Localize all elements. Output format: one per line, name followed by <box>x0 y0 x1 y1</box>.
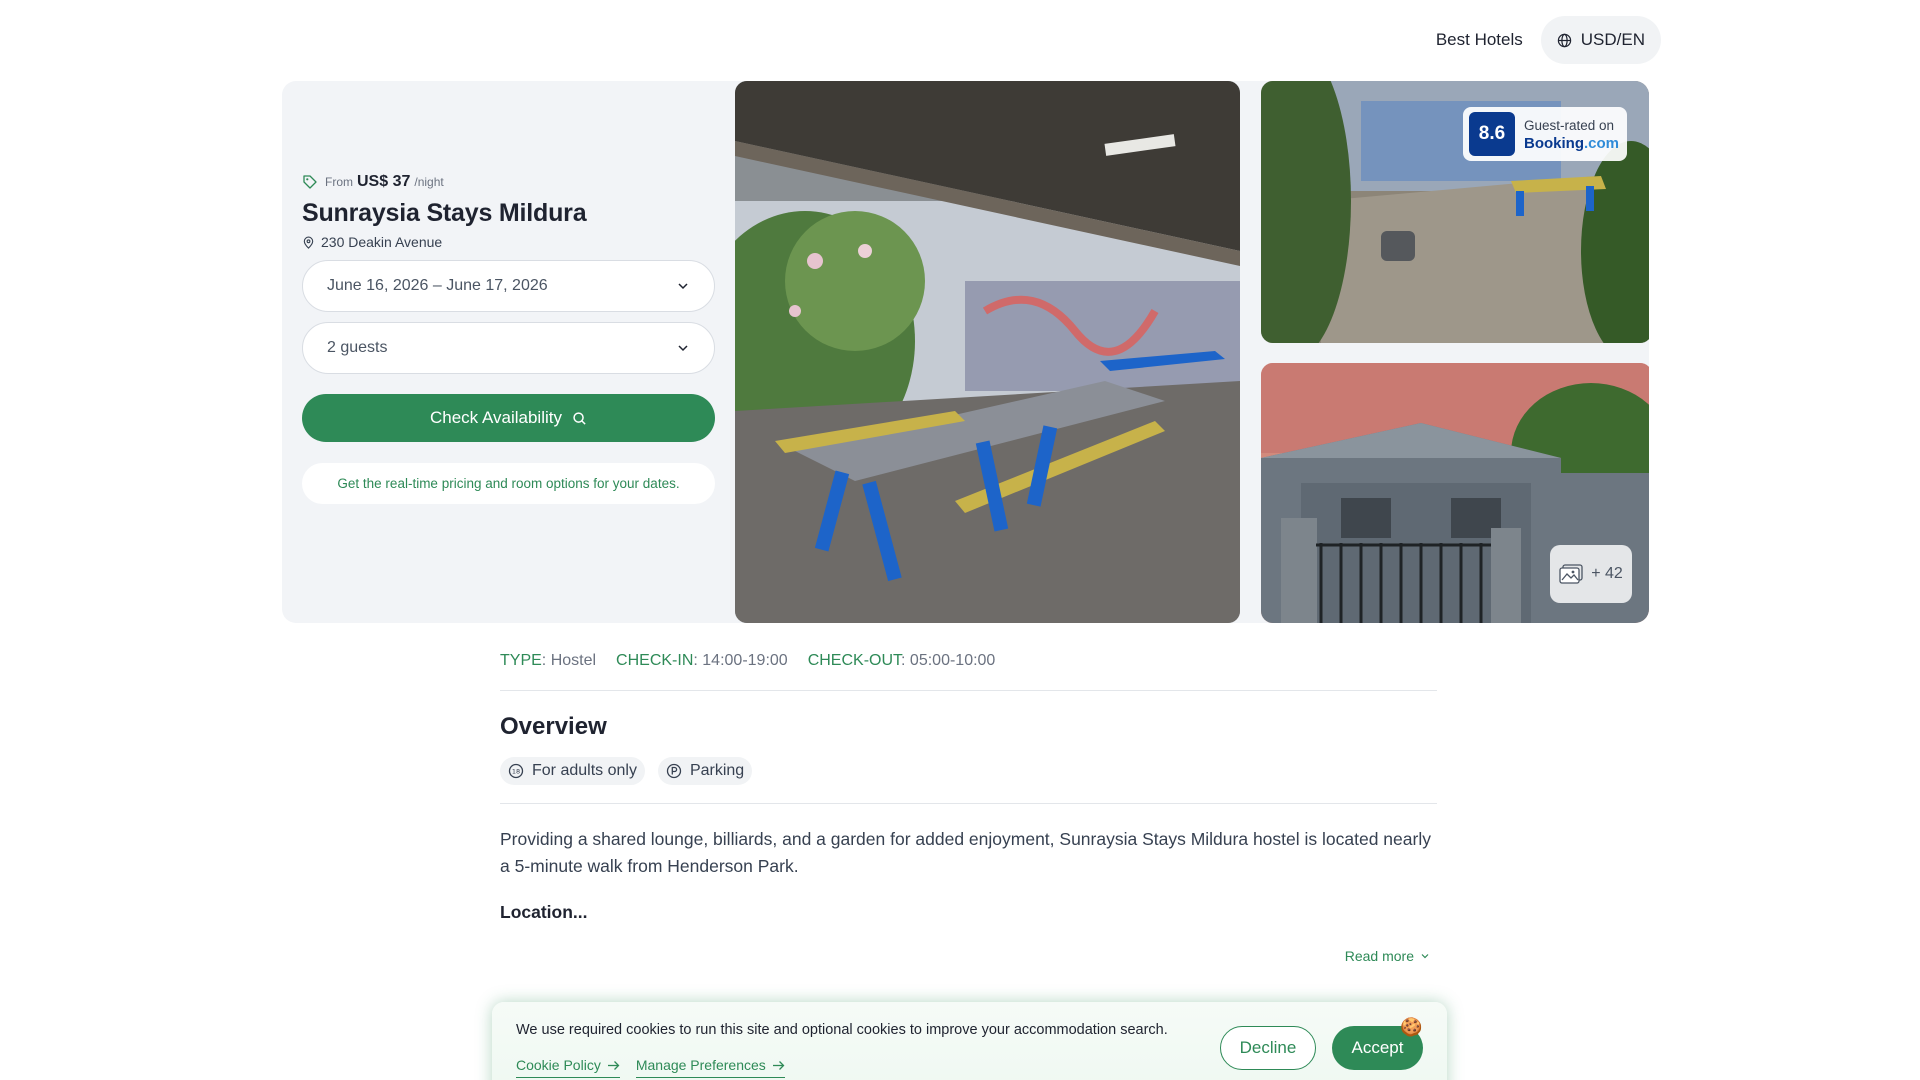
parking-icon <box>666 763 682 779</box>
amenity-chips: 18 For adults only Parking <box>500 757 1437 804</box>
rating-source-name: Booking <box>1524 134 1584 152</box>
picnic-area-image <box>735 81 1240 623</box>
guests-value: 2 guests <box>327 339 388 356</box>
property-info: TYPE: Hostel CHECK-IN: 14:00-19:00 CHECK… <box>500 652 1437 964</box>
price-tag-icon <box>303 175 317 189</box>
fact-check-in-key: CHECK-IN <box>616 652 694 669</box>
fact-check-out: CHECK-OUT: 05:00-10:00 <box>807 652 996 669</box>
rating-score: 8.6 <box>1469 112 1515 156</box>
chevron-down-icon <box>1421 954 1429 959</box>
chip-parking: Parking <box>657 757 753 785</box>
cookie-banner: We use required cookies to run this site… <box>492 1002 1447 1080</box>
fact-check-out-key: CHECK-OUT <box>807 652 902 669</box>
property-facts: TYPE: Hostel CHECK-IN: 14:00-19:00 CHECK… <box>500 652 1437 691</box>
gallery-icon <box>1559 564 1583 584</box>
courtyard-photo[interactable]: 8.6 Guest-rated on Booking.com <box>1261 81 1649 343</box>
cookie-links: Cookie Policy Manage Preferences <box>516 1057 785 1078</box>
overview-title: Overview <box>500 713 607 740</box>
currency-language-button[interactable]: USD/EN <box>1540 16 1661 64</box>
fact-type-key: TYPE <box>500 652 542 669</box>
check-availability-label: Check Availability <box>430 408 562 427</box>
chip-parking-label: Parking <box>689 762 745 779</box>
price-suffix: /night <box>414 175 444 189</box>
booking-panel: From US$ 37 /night Sunraysia Stays Mildu… <box>302 173 715 504</box>
adults-only-icon: 18 <box>508 763 524 779</box>
price-prefix: From <box>325 175 353 189</box>
read-more-label: Read more <box>1344 948 1414 964</box>
fact-check-in: CHECK-IN: 14:00-19:00 <box>616 652 788 669</box>
manage-preferences-link[interactable]: Manage Preferences <box>635 1057 785 1078</box>
chevron-down-icon <box>678 283 688 290</box>
pricing-hint: Get the real-time pricing and room optio… <box>302 463 715 504</box>
exterior-photo[interactable]: + 42 <box>1261 363 1649 623</box>
cookie-policy-link[interactable]: Cookie Policy <box>516 1057 620 1078</box>
svg-text:18: 18 <box>512 768 520 776</box>
price-row: From US$ 37 /night <box>302 173 715 191</box>
currency-language-label: USD/EN <box>1580 30 1645 49</box>
hero-section: From US$ 37 /night Sunraysia Stays Mildu… <box>282 81 1649 623</box>
rating-label: Guest-rated on <box>1524 117 1615 133</box>
cookie-message: We use required cookies to run this site… <box>516 1022 1168 1038</box>
cookie-policy-label: Cookie Policy <box>516 1057 601 1073</box>
fact-check-out-value: 05:00-10:00 <box>909 652 996 669</box>
chip-adults-only: 18 For adults only <box>500 757 645 785</box>
guests-select[interactable]: 2 guests <box>302 322 715 374</box>
fact-check-in-value: 14:00-19:00 <box>702 652 788 669</box>
overview-description: Providing a shared lounge, billiards, an… <box>500 829 1431 876</box>
arrow-right-icon <box>607 1060 620 1070</box>
globe-icon <box>1557 33 1571 47</box>
rating-source-suffix: .com <box>1584 134 1620 152</box>
hotel-address: 230 Deakin Avenue <box>302 234 715 250</box>
check-availability-button[interactable]: Check Availability <box>302 394 715 442</box>
fact-type-value: Hostel <box>550 652 597 669</box>
decline-cookies-button[interactable]: Decline <box>1220 1026 1316 1070</box>
dates-select[interactable]: June 16, 2026 – June 17, 2026 <box>302 260 715 312</box>
manage-preferences-label: Manage Preferences <box>635 1057 766 1073</box>
cookie-icon: 🍪 <box>1400 1017 1423 1037</box>
search-icon <box>573 411 586 425</box>
chip-adults-only-label: For adults only <box>532 762 637 779</box>
main-photo[interactable] <box>735 81 1240 623</box>
more-photos-button[interactable]: + 42 <box>1550 545 1632 603</box>
location-heading: Location... <box>500 902 588 922</box>
read-more-link[interactable]: Read more <box>1345 948 1430 964</box>
location-pin-icon <box>303 236 314 249</box>
more-photos-count: + 42 <box>1591 565 1623 582</box>
dates-value: June 16, 2026 – June 17, 2026 <box>327 277 548 294</box>
fact-type: TYPE: Hostel <box>500 652 597 669</box>
rating-source: Booking.com <box>1524 135 1619 152</box>
rating-text: Guest-rated on Booking.com <box>1524 117 1619 152</box>
best-hotels-link[interactable]: Best Hotels <box>1434 30 1525 50</box>
top-bar: Best Hotels USD/EN <box>1434 16 1661 64</box>
price-value: US$ 37 <box>357 173 411 190</box>
hotel-name: Sunraysia Stays Mildura <box>302 199 587 227</box>
arrow-right-icon <box>772 1060 785 1070</box>
address-text: 230 Deakin Avenue <box>321 234 443 250</box>
chevron-down-icon <box>678 345 688 352</box>
guest-rating-badge: 8.6 Guest-rated on Booking.com <box>1463 107 1628 161</box>
